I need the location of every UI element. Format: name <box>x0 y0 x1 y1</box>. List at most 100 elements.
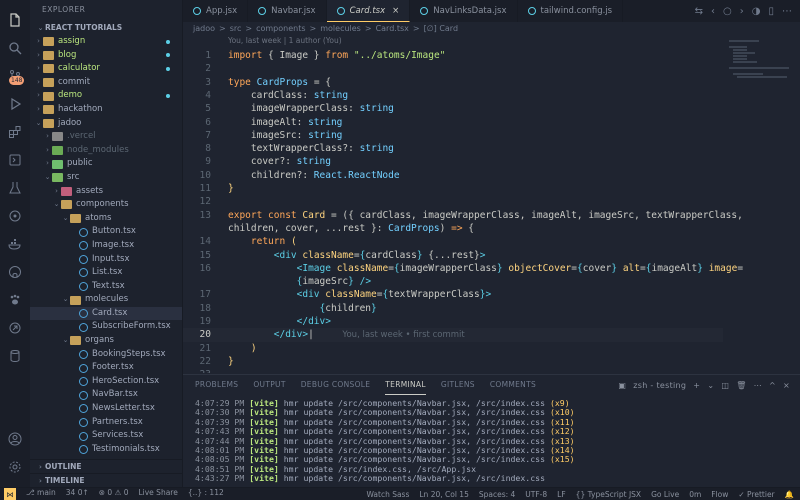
tree-file[interactable]: Text.tsx <box>30 280 182 294</box>
more-actions-icon[interactable]: ⋯ <box>754 381 762 390</box>
open-changes-icon[interactable]: ○ <box>723 6 732 17</box>
codelens-blame[interactable]: You, last week | 1 author (You) <box>228 36 342 45</box>
watch-sass-button[interactable]: Watch Sass <box>366 490 409 499</box>
language-mode[interactable]: {} TypeScript JSX <box>576 490 641 499</box>
terminal-output[interactable]: 4:07:29 PM [vite] hmr update /src/compon… <box>183 395 800 484</box>
database-icon[interactable] <box>0 342 30 370</box>
close-icon[interactable]: × <box>392 0 399 22</box>
breadcrumb-item[interactable]: [∅] Card <box>424 24 458 33</box>
tree-file[interactable]: Image.tsx <box>30 239 182 253</box>
new-terminal-icon[interactable]: + <box>693 381 700 390</box>
remote-icon[interactable]: ⋈ <box>4 487 16 500</box>
flow-button[interactable]: Flow <box>711 490 728 499</box>
tree-folder[interactable]: › assign <box>30 35 182 49</box>
eol[interactable]: LF <box>557 490 566 499</box>
more-actions-icon[interactable]: ⋯ <box>782 6 792 17</box>
split-editor-icon[interactable]: ▯ <box>768 6 774 17</box>
go-forward-icon[interactable]: › <box>740 6 744 17</box>
cursor-position[interactable]: Ln 20, Col 15 <box>419 490 468 499</box>
tab-navbar-jsx[interactable]: Navbar.jsx <box>248 0 327 22</box>
source-control-icon[interactable]: 148 <box>0 62 30 90</box>
selection-indicator[interactable]: {..} : 112 <box>188 488 224 500</box>
bell-icon[interactable]: 🔔 <box>785 490 794 499</box>
tree-folder[interactable]: ⌄ src <box>30 171 182 185</box>
chevron-down-icon[interactable]: ⌄ <box>707 381 714 390</box>
tree-folder[interactable]: › assets <box>30 185 182 199</box>
branch-indicator[interactable]: ⎇ main <box>26 488 56 500</box>
git-compare-icon[interactable]: ⇆ <box>695 6 703 17</box>
tree-file[interactable]: List.tsx <box>30 266 182 280</box>
tree-file[interactable]: Card.tsx <box>30 306 182 321</box>
tree-folder[interactable]: › hackathon <box>30 103 182 117</box>
breadcrumb-item[interactable]: molecules <box>320 24 361 33</box>
tree-folder[interactable]: › .vercel <box>30 130 182 144</box>
extensions-icon[interactable] <box>0 118 30 146</box>
breadcrumb-item[interactable]: Card.tsx <box>376 24 409 33</box>
tree-file[interactable]: SubscribeForm.tsx <box>30 320 182 334</box>
search-icon[interactable] <box>0 34 30 62</box>
github-icon[interactable] <box>0 258 30 286</box>
tree-folder[interactable]: ⌄ atoms <box>30 212 182 226</box>
remote-explorer-icon[interactable] <box>0 146 30 174</box>
live-share-status[interactable]: Live Share <box>138 488 177 500</box>
workspace-section-header[interactable]: ⌄ REACT TUTORIALS <box>30 20 182 35</box>
tree-file[interactable]: BookingSteps.tsx <box>30 348 182 362</box>
encoding[interactable]: UTF-8 <box>525 490 547 499</box>
tree-folder[interactable]: › node_modules <box>30 144 182 158</box>
sync-indicator[interactable]: 34 0↑ <box>66 488 89 500</box>
run-debug-icon[interactable] <box>0 90 30 118</box>
tree-file[interactable]: NewsLetter.tsx <box>30 402 182 416</box>
tree-file[interactable]: Input.tsx <box>30 253 182 267</box>
go-back-icon[interactable]: ‹ <box>711 6 715 17</box>
split-terminal-icon[interactable]: ◫ <box>721 381 729 390</box>
tree-file[interactable]: Footer.tsx <box>30 361 182 375</box>
tab-card-tsx[interactable]: Card.tsx × <box>326 0 411 22</box>
tree-folder[interactable]: › calculator <box>30 62 182 76</box>
live-share-icon[interactable] <box>0 314 30 342</box>
breadcrumb-item[interactable]: components <box>256 24 305 33</box>
breadcrumb-item[interactable]: jadoo <box>193 24 215 33</box>
tree-file[interactable]: NavBar.tsx <box>30 388 182 402</box>
trash-icon[interactable]: 🗑 <box>736 381 746 390</box>
code-editor[interactable]: You, last week | 1 author (You) 1 import … <box>183 36 743 374</box>
panel-tab-terminal[interactable]: TERMINAL <box>385 375 426 395</box>
panel-tab-debug-console[interactable]: DEBUG CONSOLE <box>301 375 371 395</box>
tree-file[interactable]: Button.tsx <box>30 225 182 239</box>
problems-indicator[interactable]: ⊗ 0 ⚠ 0 <box>99 488 129 500</box>
tree-folder[interactable]: ⌄ jadoo <box>30 117 182 131</box>
panel-tab-gitlens[interactable]: GITLENS <box>441 375 475 395</box>
indentation[interactable]: Spaces: 4 <box>479 490 515 499</box>
tree-folder[interactable]: › demo <box>30 89 182 103</box>
panel-tab-output[interactable]: OUTPUT <box>253 375 285 395</box>
panel-tab-problems[interactable]: PROBLEMS <box>195 375 238 395</box>
settings-gear-icon[interactable] <box>0 453 30 481</box>
panel-tab-comments[interactable]: COMMENTS <box>490 375 536 395</box>
tree-folder[interactable]: ⌄ molecules <box>30 293 182 307</box>
prettier-status[interactable]: ✓ Prettier <box>738 490 774 499</box>
timeline-section[interactable]: › TIMELINE <box>30 473 183 487</box>
time-tracker[interactable]: 0m <box>689 490 701 499</box>
paw-icon[interactable] <box>0 286 30 314</box>
tree-file[interactable]: Services.tsx <box>30 429 182 443</box>
tab-app-jsx[interactable]: App.jsx <box>183 0 249 22</box>
breadcrumb-item[interactable]: src <box>230 24 242 33</box>
tree-folder[interactable]: ⌄ components <box>30 198 182 212</box>
docker-icon[interactable] <box>0 230 30 258</box>
tree-file[interactable]: HeroSection.tsx <box>30 375 182 389</box>
tab-navlinksdata-jsx[interactable]: NavLinksData.jsx <box>410 0 518 22</box>
preview-icon[interactable]: ◑ <box>752 6 761 17</box>
tree-folder[interactable]: › blog <box>30 49 182 63</box>
tree-folder[interactable]: › public <box>30 157 182 171</box>
close-panel-icon[interactable]: × <box>783 381 790 390</box>
tree-folder[interactable]: › commit <box>30 76 182 90</box>
tree-folder[interactable]: ⌄ organs <box>30 334 182 348</box>
tree-file[interactable]: Testimonials.tsx <box>30 443 182 457</box>
tab-tailwind-config-js[interactable]: tailwind.config.js <box>518 0 624 22</box>
testing-icon[interactable] <box>0 174 30 202</box>
go-live-button[interactable]: Go Live <box>651 490 679 499</box>
maximize-panel-icon[interactable]: ^ <box>769 381 776 390</box>
minimap[interactable] <box>723 36 800 374</box>
tree-file[interactable]: Partners.tsx <box>30 416 182 430</box>
git-graph-icon[interactable] <box>0 202 30 230</box>
terminal-selector[interactable]: zsh - testing <box>633 381 686 390</box>
